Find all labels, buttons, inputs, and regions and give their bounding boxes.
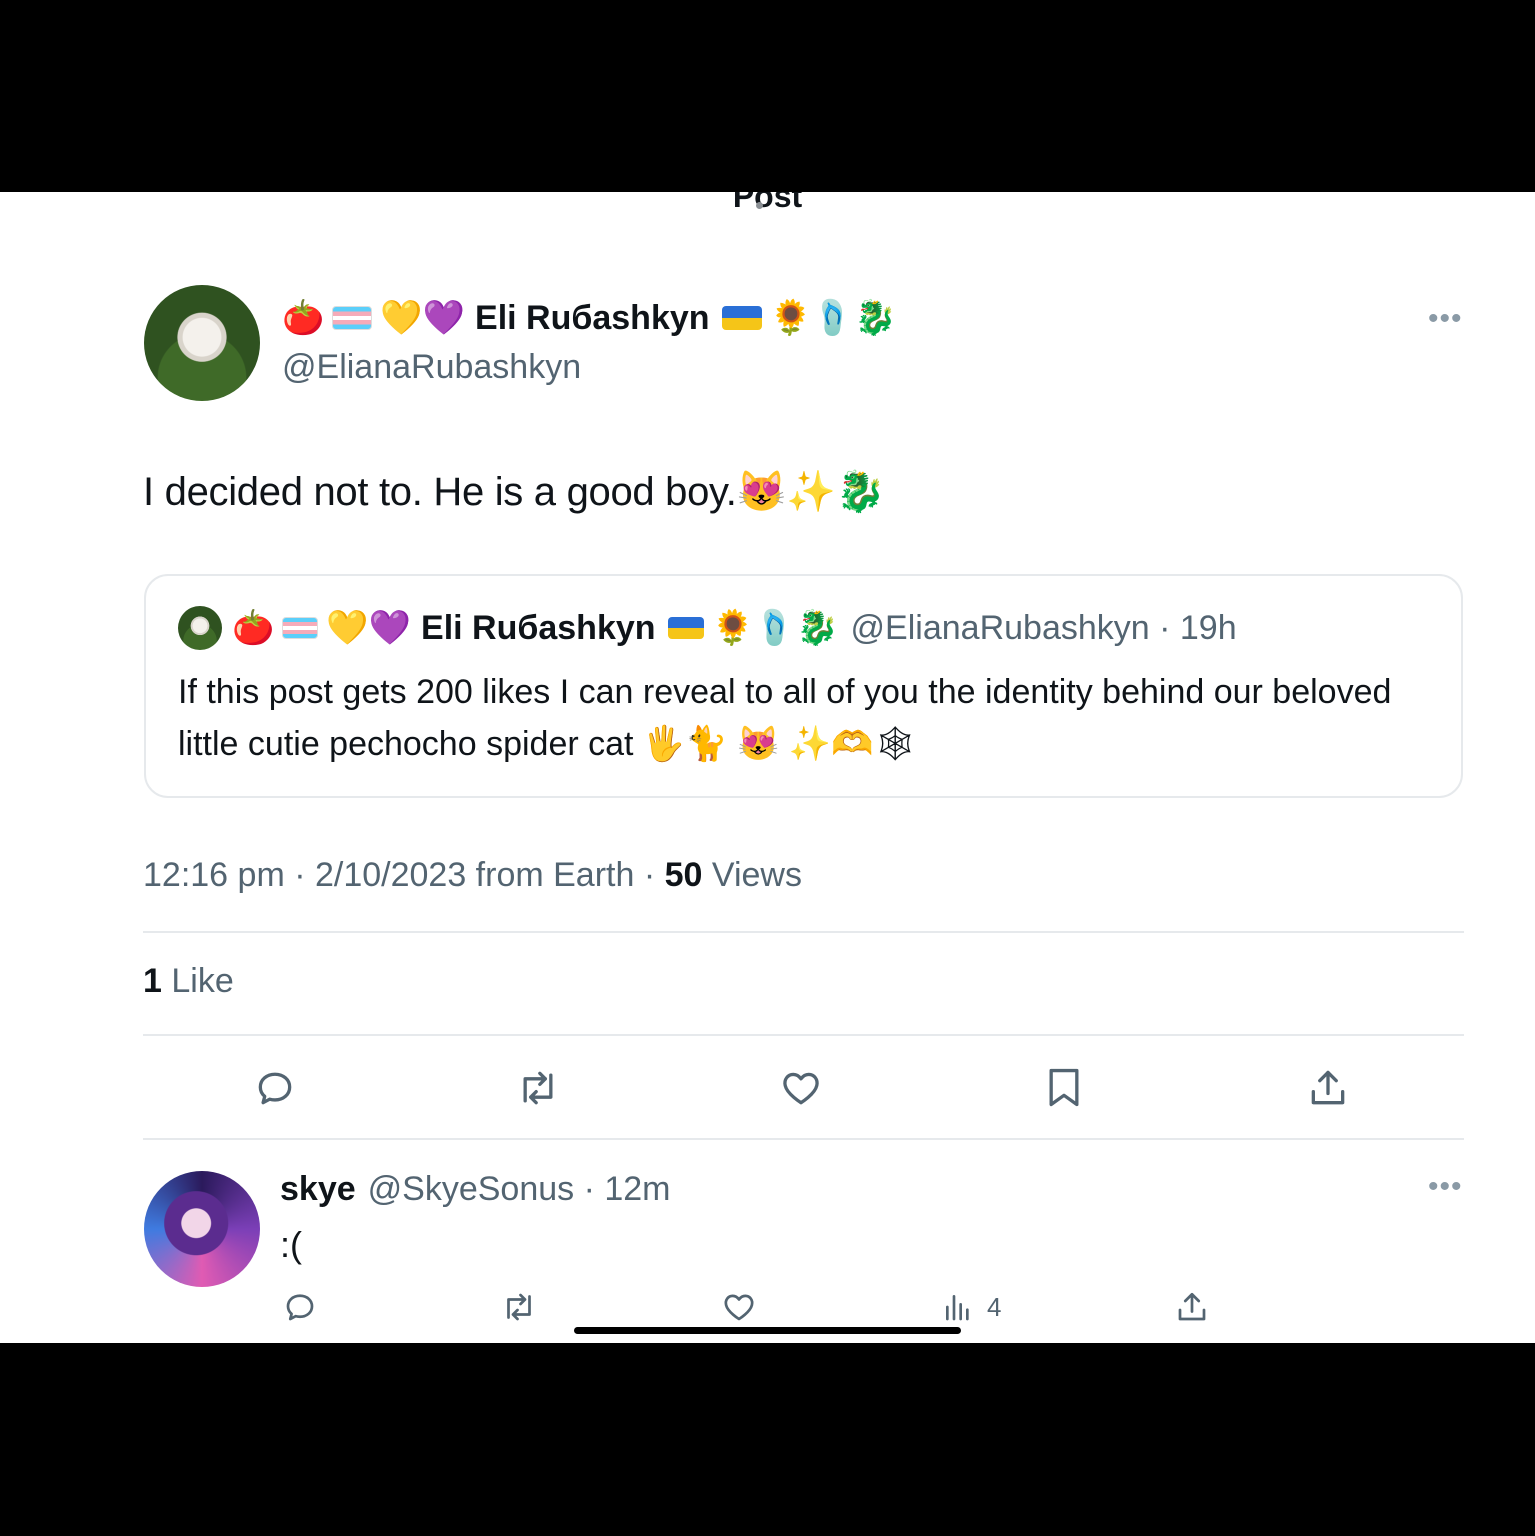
- likes-summary[interactable]: 1 Like: [143, 962, 234, 1001]
- reply-heart-icon[interactable]: [721, 1289, 757, 1325]
- quoted-handle-time: @ElianaRubashkyn · 19h: [850, 608, 1237, 647]
- quoted-display-name: Eli Ruбashkyn: [421, 608, 656, 647]
- post-timestamp: 12:16 pm · 2/10/2023 from Earth ·: [143, 856, 665, 894]
- likes-count: 1: [143, 962, 162, 1000]
- author-emoji-prefix: 🍅: [282, 298, 325, 338]
- quoted-emoji-prefix: 🍅: [232, 608, 275, 648]
- page-title: Post: [732, 192, 803, 214]
- reply-share-icon[interactable]: [1174, 1289, 1210, 1325]
- reply-text: :(: [280, 1224, 302, 1265]
- share-icon[interactable]: [1306, 1066, 1350, 1110]
- views-count[interactable]: 50: [665, 856, 703, 894]
- reply-author-row[interactable]: skye @SkyeSonus · 12m: [280, 1170, 671, 1209]
- reply-repost-icon[interactable]: [499, 1289, 539, 1325]
- heart-icon[interactable]: [779, 1066, 823, 1110]
- author-handle[interactable]: @ElianaRubashkyn: [282, 348, 581, 387]
- home-indicator[interactable]: [574, 1327, 961, 1334]
- divider: [143, 1034, 1464, 1036]
- author-emoji-hearts: 💛💜: [380, 298, 466, 338]
- quoted-author-avatar: [178, 606, 222, 650]
- post-detail-screen: Post 🍅 💛💜 Eli Ruбashkyn 🌻🩴🐉 @ElianaRubas…: [0, 192, 1535, 1343]
- divider: [143, 931, 1464, 933]
- views-label: Views: [702, 856, 802, 894]
- quoted-post-card[interactable]: 🍅 💛💜 Eli Ruбashkyn 🌻🩴🐉 @ElianaRubashkyn …: [144, 574, 1463, 798]
- trans-flag-icon: [282, 617, 319, 639]
- quoted-post-text: If this post gets 200 likes I can reveal…: [178, 673, 1392, 763]
- status-dot: [756, 202, 763, 209]
- reply-display-name: skye: [280, 1170, 356, 1208]
- reply-handle-time: @SkyeSonus · 12m: [367, 1170, 671, 1208]
- trans-flag-icon: [332, 306, 373, 330]
- reply-icon[interactable]: [253, 1066, 297, 1110]
- quoted-emoji-suffix: 🌻🩴🐉: [711, 608, 839, 648]
- author-display-name: Eli Ruбashkyn: [475, 298, 710, 337]
- views-icon[interactable]: [942, 1291, 974, 1323]
- reply-reply-icon[interactable]: [282, 1289, 318, 1325]
- author-avatar[interactable]: [144, 285, 260, 401]
- more-icon[interactable]: •••: [1428, 304, 1463, 334]
- quoted-emoji-hearts: 💛💜: [326, 608, 412, 648]
- reply-author-avatar[interactable]: [144, 1171, 260, 1287]
- likes-label: Like: [161, 962, 234, 1000]
- author-name-row[interactable]: 🍅 💛💜 Eli Ruбashkyn 🌻🩴🐉: [282, 298, 897, 338]
- reply-more-icon[interactable]: •••: [1428, 1172, 1463, 1202]
- post-metadata: 12:16 pm · 2/10/2023 from Earth · 50 Vie…: [143, 856, 802, 895]
- ukraine-flag-icon: [721, 306, 762, 330]
- reply-views-count[interactable]: 4: [987, 1292, 1001, 1323]
- ukraine-flag-icon: [667, 617, 704, 639]
- repost-icon[interactable]: [514, 1066, 562, 1110]
- quoted-author-row: 🍅 💛💜 Eli Ruбashkyn 🌻🩴🐉 @ElianaRubashkyn …: [178, 606, 1237, 650]
- post-text: I decided not to. He is a good boy.😻✨🐉: [143, 470, 886, 514]
- author-emoji-suffix: 🌻🩴🐉: [769, 298, 897, 338]
- bookmark-icon[interactable]: [1044, 1066, 1084, 1110]
- divider: [143, 1138, 1464, 1140]
